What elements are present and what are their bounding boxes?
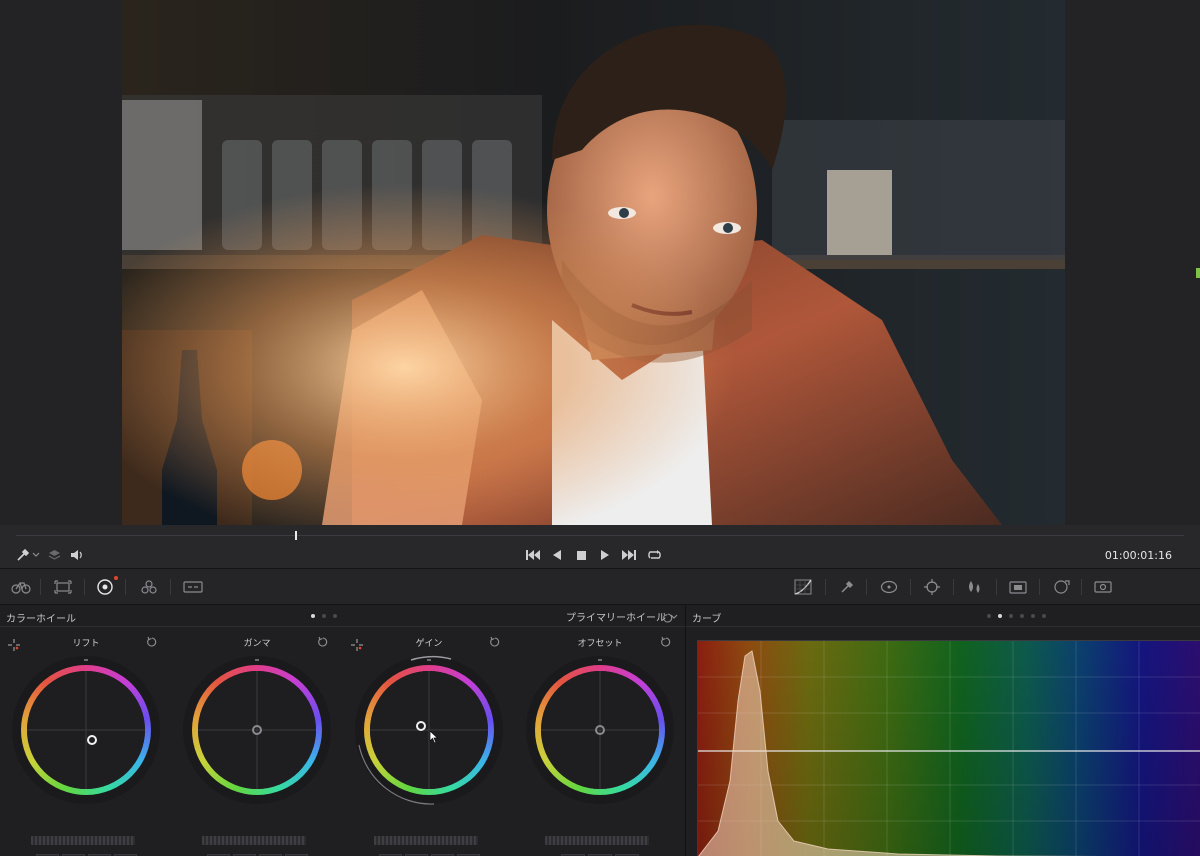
wheel-gain: ゲイン1.001.110.980.85YRGB [343, 627, 515, 856]
window-icon[interactable] [878, 577, 900, 597]
wheel-puck[interactable] [416, 720, 427, 731]
bicycle-icon[interactable] [10, 577, 32, 597]
active-indicator [114, 576, 118, 580]
wheel-reset-icon[interactable] [489, 633, 501, 652]
master-wheel-slider[interactable] [202, 836, 306, 845]
video-frame-image [122, 0, 1065, 525]
eyedropper-icon[interactable] [14, 547, 30, 563]
wheel-puck[interactable] [86, 734, 97, 745]
master-wheel-slider[interactable] [374, 836, 478, 845]
qualifier-icon[interactable] [836, 577, 858, 597]
wheel-gamma: ガンマ0.000.000.000.00YRGB [171, 627, 343, 856]
timecode: 01:00:01:16 [1104, 549, 1172, 562]
wheel-reset-icon[interactable] [660, 633, 672, 652]
mouse-cursor-icon [429, 729, 439, 744]
viewer-side-marker [1196, 268, 1200, 278]
color-wheel[interactable] [11, 655, 161, 805]
curves-icon[interactable] [792, 577, 814, 597]
wheel-reset-icon[interactable] [146, 633, 158, 652]
wheel-reset-icon[interactable] [317, 633, 329, 652]
curves-header: カーブ [686, 605, 1200, 627]
curves-panel: カーブ [685, 605, 1200, 856]
playhead[interactable] [295, 531, 298, 540]
color-wheels-title: カラーホイール [6, 614, 76, 625]
wheel-puck[interactable] [252, 725, 262, 735]
sizing-icon[interactable] [1050, 577, 1072, 597]
tracker-icon[interactable] [921, 577, 943, 597]
video-frame[interactable] [122, 0, 1065, 525]
reset-all-icon[interactable] [662, 609, 674, 628]
play-reverse-icon[interactable] [550, 547, 564, 563]
curves-page-dots[interactable] [987, 614, 1046, 618]
wheel-lift: リフト0.00-0.060.010.05YRGB [0, 627, 172, 856]
viewer-panel [0, 0, 1200, 525]
skip-to-start-icon[interactable] [524, 547, 542, 563]
color-wheels-header: カラーホイール プライマリーホイール [0, 605, 685, 627]
stop-icon[interactable] [574, 547, 588, 563]
play-icon[interactable] [598, 547, 612, 563]
frame-icon[interactable] [52, 577, 74, 597]
blur-icon[interactable] [964, 577, 986, 597]
color-wheels-panel: カラーホイール プライマリーホイール リフト0.00-0.060.010.05Y… [0, 605, 685, 856]
curves-title: カーブ [692, 614, 722, 625]
3d-icon[interactable] [1092, 577, 1114, 597]
wheel-puck[interactable] [595, 725, 605, 735]
skip-to-end-icon[interactable] [620, 547, 638, 563]
key-icon[interactable] [1007, 577, 1029, 597]
transport-bar: 01:00:01:16 [0, 525, 1200, 569]
speaker-icon[interactable] [69, 547, 85, 563]
motion-effects-icon[interactable] [182, 577, 204, 597]
master-wheel-slider[interactable] [545, 836, 649, 845]
rgb-mixer-icon[interactable] [138, 577, 160, 597]
layers-icon[interactable] [46, 547, 62, 563]
master-wheel-slider[interactable] [31, 836, 135, 845]
wheel-offset: オフセット25.0025.0025.00RGB [514, 627, 686, 856]
scrub-bar[interactable] [16, 535, 1184, 536]
chevron-down-icon[interactable] [31, 547, 41, 563]
color-wheels-page-dots[interactable] [311, 614, 337, 618]
curves-graph[interactable] [697, 640, 1200, 856]
wheel-mode-label: プライマリーホイール [566, 613, 666, 624]
color-toolbar [0, 569, 1200, 605]
color-wheels-icon[interactable] [94, 577, 116, 597]
loop-icon[interactable] [645, 547, 663, 563]
